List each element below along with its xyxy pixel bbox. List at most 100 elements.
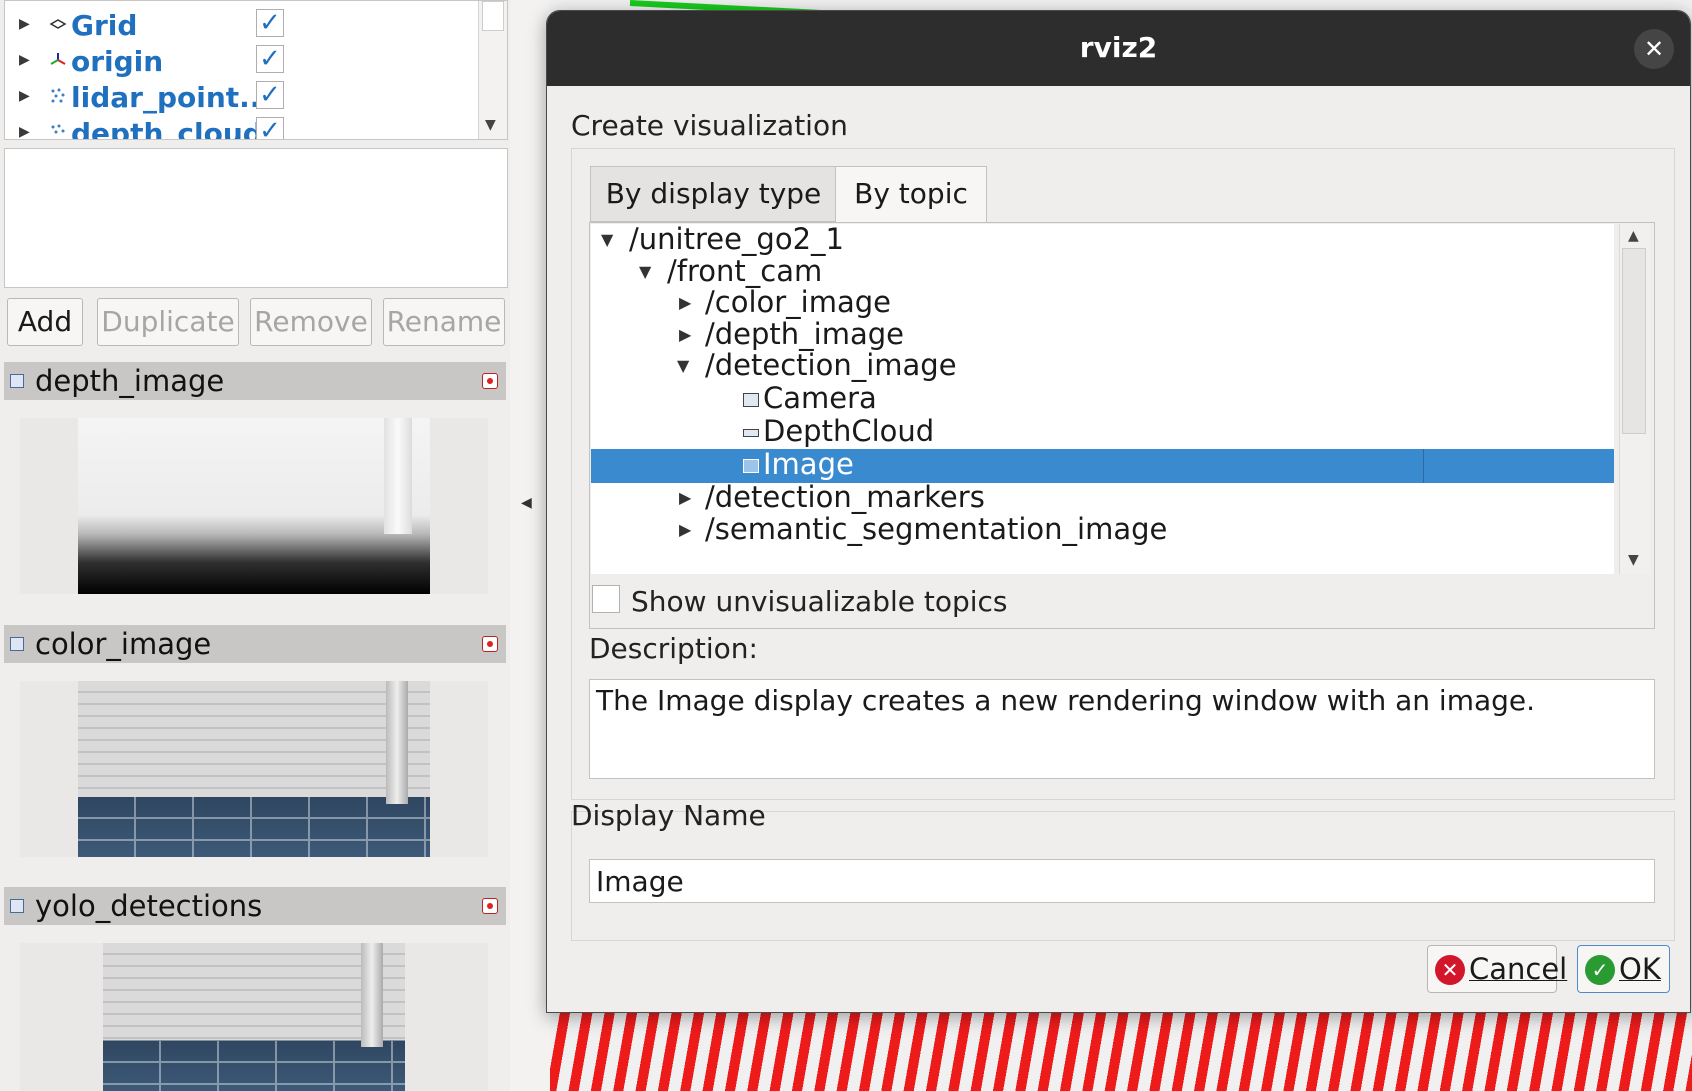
display-item-label: depth_cloud	[71, 117, 263, 140]
topic-label: /unitree_go2_1	[629, 224, 844, 256]
scroll-down-icon[interactable]: ▼	[485, 117, 496, 133]
expand-arrow-icon[interactable]: ▶	[19, 52, 30, 68]
display-enabled-checkbox[interactable]: ✓	[256, 117, 284, 139]
display-type-row-camera[interactable]: Camera	[591, 381, 1614, 417]
display-type-label: Image	[763, 447, 854, 481]
collapsed-arrow-icon[interactable]: ▶	[679, 325, 691, 344]
checkmark-icon: ✓	[1585, 955, 1615, 985]
collapsed-arrow-icon[interactable]: ▶	[679, 293, 691, 312]
topic-label: /detection_image	[705, 348, 957, 382]
rename-button[interactable]: Rename	[383, 298, 505, 346]
scrollbar-thumb[interactable]	[1622, 248, 1646, 434]
topic-row[interactable]: ▶ /semantic_segmentation_image	[591, 512, 1614, 548]
display-type-label: Camera	[763, 381, 877, 415]
image-panel-title: depth_image	[35, 364, 225, 398]
image-panel-header-color[interactable]: color_image	[4, 625, 506, 663]
collapsed-arrow-icon[interactable]: ▶	[679, 488, 691, 507]
expand-arrow-icon[interactable]: ▶	[19, 88, 30, 104]
grid-icon	[49, 19, 67, 29]
display-enabled-checkbox[interactable]: ✓	[256, 81, 284, 109]
topic-row[interactable]: ▶ /detection_markers	[591, 480, 1614, 516]
image-panel-header-depth[interactable]: depth_image	[4, 362, 506, 400]
image-icon	[743, 459, 759, 473]
tab-by-topic[interactable]: By topic	[835, 166, 987, 223]
topic-label: /front_cam	[667, 254, 823, 288]
image-panel-icon	[10, 899, 24, 913]
show-unvisualizable-label[interactable]: Show unvisualizable topics	[631, 585, 1008, 618]
laser-scan-arcs	[550, 1000, 1692, 1091]
collapse-panel-icon[interactable]: ◀	[521, 495, 532, 511]
cancel-button[interactable]: ✕ Cancel	[1427, 945, 1567, 993]
description-text: The Image display creates a new renderin…	[596, 684, 1536, 717]
ok-label: OK	[1619, 952, 1661, 986]
axes-icon	[50, 53, 66, 65]
displays-panel: ▶ Grid ✓ ▶ origin ✓ ▶ lidar_point... ✓ ▶…	[0, 0, 510, 1091]
image-panel-icon	[10, 374, 24, 388]
display-enabled-checkbox[interactable]: ✓	[256, 45, 284, 73]
properties-box	[4, 148, 508, 288]
display-item-depth-cloud[interactable]: ▶ depth_cloud ✓	[5, 114, 475, 140]
ok-button[interactable]: ✓ OK	[1577, 945, 1670, 993]
remove-button[interactable]: Remove	[250, 298, 372, 346]
display-item-label: origin	[71, 45, 164, 78]
display-item-label: Grid	[71, 9, 138, 42]
display-item-lidar-points[interactable]: ▶ lidar_point... ✓	[5, 78, 475, 114]
tab-by-display-type[interactable]: By display type	[590, 166, 836, 222]
description-box: The Image display creates a new renderin…	[589, 679, 1655, 779]
expand-arrow-icon[interactable]: ▶	[19, 16, 30, 32]
topic-row[interactable]: ▼ /detection_image	[591, 348, 1614, 384]
show-unvisualizable-checkbox[interactable]	[592, 585, 620, 613]
collapsed-arrow-icon[interactable]: ▶	[679, 520, 691, 539]
close-panel-icon[interactable]	[482, 373, 498, 389]
image-panel-title: color_image	[35, 627, 212, 661]
displays-tree: ▶ Grid ✓ ▶ origin ✓ ▶ lidar_point... ✓ ▶…	[4, 0, 508, 140]
topic-tree-scrollbar[interactable]: ▲ ▼	[1619, 224, 1650, 574]
topic-label: /depth_image	[705, 317, 905, 351]
close-panel-icon[interactable]	[482, 898, 498, 914]
duplicate-button[interactable]: Duplicate	[97, 298, 239, 346]
cancel-icon: ✕	[1435, 955, 1465, 985]
scrollbar-thumb[interactable]	[482, 1, 504, 31]
topic-label: /detection_markers	[705, 480, 985, 514]
close-icon[interactable]: ✕	[1634, 29, 1674, 69]
dialog-titlebar[interactable]: rviz2 ✕	[547, 11, 1690, 86]
displays-scrollbar[interactable]: ▼	[478, 1, 507, 139]
cancel-label: Cancel	[1469, 952, 1568, 986]
camera-icon	[743, 393, 759, 407]
display-item-label: lidar_point...	[71, 81, 272, 114]
image-panel-frame	[20, 681, 488, 857]
topic-row[interactable]: ▶ /color_image	[591, 285, 1614, 321]
section-title: Create visualization	[571, 109, 848, 142]
scroll-down-icon[interactable]: ▼	[1628, 552, 1639, 568]
display-item-origin[interactable]: ▶ origin ✓	[5, 42, 475, 78]
expanded-arrow-icon[interactable]: ▼	[677, 356, 689, 375]
image-panel-icon	[10, 637, 24, 651]
display-type-row-depthcloud[interactable]: DepthCloud	[591, 414, 1614, 450]
scroll-up-icon[interactable]: ▲	[1628, 228, 1639, 244]
display-enabled-checkbox[interactable]: ✓	[256, 9, 284, 37]
color-image-view	[78, 681, 430, 857]
image-panel-frame	[20, 418, 488, 594]
column-separator	[1423, 449, 1424, 483]
point-cloud-icon	[51, 88, 65, 103]
display-type-row-image[interactable]: Image	[591, 447, 1614, 483]
expanded-arrow-icon[interactable]: ▼	[601, 230, 613, 249]
topic-label: /semantic_segmentation_image	[705, 512, 1168, 546]
depth-image-view	[78, 418, 430, 594]
topic-row[interactable]: ▼ /unitree_go2_1	[591, 224, 1614, 258]
close-panel-icon[interactable]	[482, 636, 498, 652]
topic-tree[interactable]: ▼ /unitree_go2_1 ▼ /front_cam ▶ /color_i…	[591, 224, 1614, 574]
display-type-label: DepthCloud	[763, 414, 935, 448]
display-name-field[interactable]	[589, 859, 1655, 903]
create-visualization-dialog: rviz2 ✕ Create visualization By display …	[546, 10, 1691, 1013]
expanded-arrow-icon[interactable]: ▼	[639, 262, 651, 281]
depth-cloud-icon	[743, 429, 759, 437]
pillar-shape	[361, 943, 383, 1047]
floor-tiles	[78, 797, 430, 857]
expand-arrow-icon[interactable]: ▶	[19, 124, 30, 139]
image-panel-title: yolo_detections	[35, 889, 263, 923]
add-button[interactable]: Add	[7, 298, 83, 346]
image-panel-header-yolo[interactable]: yolo_detections	[4, 887, 506, 925]
dialog-title: rviz2	[1079, 31, 1158, 64]
display-item-grid[interactable]: ▶ Grid ✓	[5, 6, 475, 42]
